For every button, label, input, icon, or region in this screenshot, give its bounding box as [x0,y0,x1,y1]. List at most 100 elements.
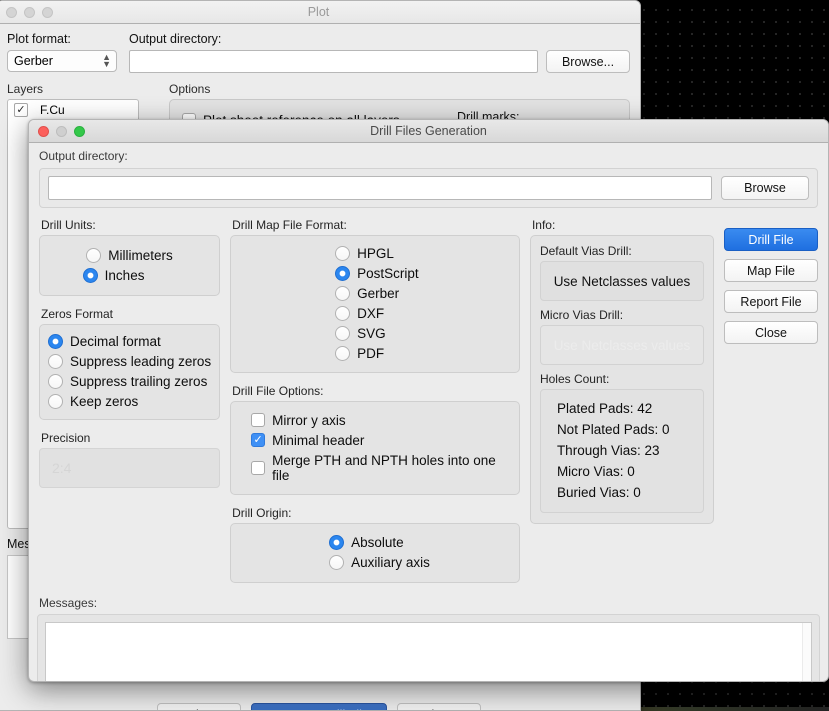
drill-origin-label: Drill Origin: [232,506,292,520]
zeros-format-keep-zeros-label: Keep zeros [70,393,139,409]
precision-value: 2:4 [39,448,221,488]
default-vias-drill-label: Default Vias Drill: [539,244,632,258]
radio-inches-icon[interactable] [82,267,98,283]
drill-file-options-group: Drill File Options: Mirror y axis ✓ Mini… [230,384,520,495]
report-file-button[interactable]: Report File [724,290,818,313]
plot-format-value: Gerber [14,54,53,68]
map-format-option-hpgl[interactable]: HPGL [239,243,511,263]
plot-format-field: Plot format: Gerber ▲ ▼ [7,32,117,72]
zeros-format-box: Decimal format Suppress leading zeros Su… [39,324,221,420]
drill-files-generation-dialog[interactable]: Drill Files Generation Output directory:… [28,119,829,682]
minimize-icon[interactable] [24,6,35,18]
map-format-option-postscript[interactable]: PostScript [239,263,511,283]
drill-file-options-label: Drill File Options: [232,384,324,398]
drill-units-option-inches[interactable]: Inches [48,265,211,285]
messages-scrollbar[interactable] [802,623,811,681]
radio-keep-zeros-icon[interactable] [48,393,63,409]
mirror-y-axis-checkbox-icon[interactable] [251,413,266,427]
drill-info-column: Info: Default Vias Drill: Use Netclasses… [529,218,714,583]
drill-dialog-body: Output directory: Browse Drill Units: Mi… [29,143,828,681]
micro-vias-drill-label: Micro Vias Drill: [539,308,624,322]
layer-label: F.Cu [40,103,65,117]
maximize-icon[interactable] [74,125,85,137]
map-format-dxf-label: DXF [357,305,385,321]
drill-units-millimeters-label: Millimeters [108,247,173,263]
info-box: Default Vias Drill: Use Netclasses value… [529,235,714,524]
drill-file-option-mirror-y-axis[interactable]: Mirror y axis [251,410,511,430]
drill-file-option-merge-pth-npth[interactable]: Merge PTH and NPTH holes into one file [251,450,511,485]
drill-origin-option-auxiliary-axis[interactable]: Auxiliary axis [239,552,511,572]
drill-messages-textarea[interactable] [45,622,812,681]
radio-pdf-icon[interactable] [335,345,351,361]
map-format-svg-label: SVG [357,325,386,341]
minimal-header-label: Minimal header [272,432,365,448]
plot-footer-buttons: Plot Generate Drill File Close [0,703,640,710]
drill-origin-option-absolute[interactable]: Absolute [239,532,511,552]
radio-absolute-icon[interactable] [329,534,345,550]
radio-millimeters-icon[interactable] [86,247,102,263]
drill-origin-group: Drill Origin: Absolute Auxiliary axis [230,506,520,583]
precision-label: Precision [41,431,91,445]
zeros-format-option-keep-zeros[interactable]: Keep zeros [48,391,211,411]
plot-format-select[interactable]: Gerber ▲ ▼ [7,50,117,72]
zeros-format-option-suppress-trailing[interactable]: Suppress trailing zeros [48,371,211,391]
drill-left-column: Drill Units: Millimeters Inches Zeros Fo… [39,218,221,583]
drill-file-button[interactable]: Drill File [724,228,818,251]
map-format-option-pdf[interactable]: PDF [239,343,511,363]
plot-browse-button[interactable]: Browse... [546,50,630,73]
holes-count-row: Plated Pads: 42 [556,401,653,416]
merge-pth-npth-label: Merge PTH and NPTH holes into one file [272,452,496,483]
map-file-button[interactable]: Map File [724,259,818,282]
radio-dxf-icon[interactable] [335,305,351,321]
drill-output-directory-input[interactable] [48,176,712,200]
plot-window-title: Plot [307,4,330,19]
holes-count-box: Plated Pads: 42 Not Plated Pads: 0 Throu… [539,389,704,513]
radio-svg-icon[interactable] [335,325,351,341]
radio-postscript-icon[interactable] [335,265,351,281]
drill-file-options-box: Mirror y axis ✓ Minimal header Merge PTH… [230,401,520,495]
minimal-header-checkbox-icon[interactable]: ✓ [251,433,266,447]
holes-count-row: Buried Vias: 0 [556,485,641,500]
radio-suppress-leading-icon[interactable] [48,353,63,369]
generate-drill-file-button[interactable]: Generate Drill File [250,703,387,710]
zeros-format-option-suppress-leading[interactable]: Suppress leading zeros [48,351,211,371]
holes-count-row: Micro Vias: 0 [556,464,635,479]
plot-close-button[interactable]: Close [396,703,481,710]
drill-messages-frame [37,614,820,681]
plot-output-directory-input[interactable] [129,50,538,73]
options-group-label: Options [169,82,211,96]
map-format-postscript-label: PostScript [357,265,419,281]
radio-hpgl-icon[interactable] [335,245,351,261]
radio-suppress-trailing-icon[interactable] [48,373,63,389]
chevron-updown-icon: ▲▼ [102,52,111,69]
drill-dialog-traffic-lights[interactable] [29,125,85,137]
map-format-option-gerber[interactable]: Gerber [239,283,511,303]
drill-file-option-minimal-header[interactable]: ✓ Minimal header [251,430,511,450]
merge-pth-npth-checkbox-icon[interactable] [251,460,266,475]
zeros-format-suppress-leading-label: Suppress leading zeros [70,353,212,369]
plot-window-traffic-lights[interactable] [0,6,53,18]
zeros-format-decimal-label: Decimal format [70,333,161,349]
drill-dialog-titlebar[interactable]: Drill Files Generation [29,120,828,143]
plot-button[interactable]: Plot [156,703,241,710]
radio-auxiliary-axis-icon[interactable] [329,554,345,570]
radio-decimal-format-icon[interactable] [48,333,63,349]
drill-browse-button[interactable]: Browse [721,176,809,200]
drill-units-option-millimeters[interactable]: Millimeters [48,245,211,265]
plot-window-titlebar[interactable]: Plot [0,1,640,24]
close-icon[interactable] [38,125,49,137]
drill-dialog-title: Drill Files Generation [370,123,487,138]
layer-checkbox-icon[interactable]: ✓ [14,103,28,117]
list-item[interactable]: ✓ F.Cu [8,100,138,120]
zeros-format-suppress-trailing-label: Suppress trailing zeros [70,373,208,389]
drill-close-button[interactable]: Close [724,321,818,344]
plot-output-directory-label: Output directory: [129,32,222,46]
map-format-option-svg[interactable]: SVG [239,323,511,343]
close-icon[interactable] [6,6,17,18]
minimize-icon[interactable] [56,125,67,137]
drill-units-group: Drill Units: Millimeters Inches [39,218,221,296]
maximize-icon[interactable] [42,6,53,18]
zeros-format-option-decimal[interactable]: Decimal format [48,331,211,351]
radio-gerber-icon[interactable] [335,285,351,301]
map-format-option-dxf[interactable]: DXF [239,303,511,323]
